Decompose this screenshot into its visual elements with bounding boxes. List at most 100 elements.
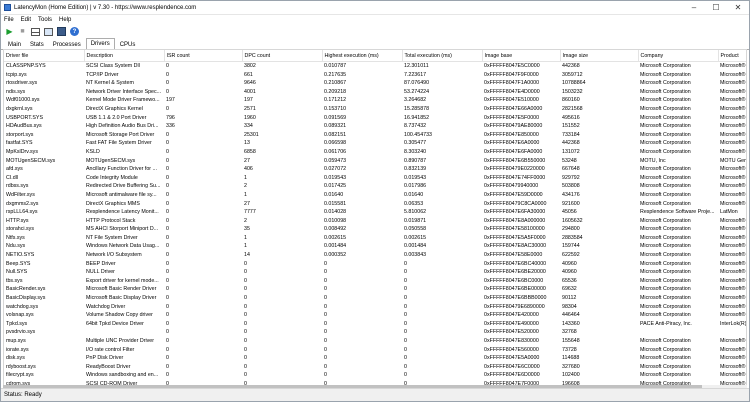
table-cell: 0xFFFFF8047E6BE00000 — [484, 286, 546, 293]
table-row[interactable]: MpKslDrv.sys KSLD 0 6858 0.061706 8.303240 0xF… — [4, 148, 746, 157]
table-row[interactable]: storahci.sys MS AHCI Storport Miniport D.… — [4, 225, 746, 234]
table-row[interactable]: HTTP.sys HTTP Protocol Stack 0 2 0.010098 0.0… — [4, 217, 746, 226]
table-row[interactable]: iorate.sys I/O rate control Filter 0 0 0 0 0xF… — [4, 346, 746, 355]
table-cell: 860160 — [562, 97, 580, 104]
status-bar: Status: Ready — [1, 388, 749, 401]
drivers-table-container[interactable]: Driver file Description ISR count DPC count… — [3, 49, 747, 390]
table-cell: 0xFFFFF8047F1A0000 — [484, 80, 540, 87]
table-row[interactable]: CLASSPNP.SYS SCSI Class System Dll 0 3802 0.… — [4, 62, 746, 71]
grid-alt-button[interactable] — [43, 26, 54, 37]
column-header[interactable]: Description — [84, 50, 165, 62]
table-cell: rtosdriver.sys — [6, 80, 38, 87]
stop-icon[interactable]: ■ — [17, 26, 28, 37]
table-row[interactable]: fastfat.SYS Fast FAT File System Driver 0 1… — [4, 139, 746, 148]
help-button[interactable]: ? — [69, 26, 80, 37]
maximize-button[interactable]: ☐ — [705, 1, 727, 14]
table-cell: 0xFFFFF8047E66A0000 — [484, 105, 543, 112]
table-row[interactable]: BasicDisplay.sys Microsoft Basic Display … — [4, 294, 746, 303]
table-row[interactable]: BasicRender.sys Microsoft Basic Render Dr… — [4, 285, 746, 294]
table-cell: 3802 — [244, 63, 256, 69]
table-row[interactable]: mup.sys Multiple UNC Provider Driver 0 0 0 0 0… — [4, 337, 746, 346]
table-cell: 151552 — [562, 123, 580, 130]
table-cell: Microsoft Corporation — [640, 123, 691, 130]
table-row[interactable]: NETIO.SYS Network I/O Subsystem 0 14 0.00035… — [4, 251, 746, 260]
menu-file[interactable]: File — [4, 17, 14, 23]
table-cell: 102400 — [562, 372, 580, 379]
minimize-button[interactable]: – — [683, 1, 705, 14]
tab-cpus[interactable]: CPUs — [116, 40, 140, 49]
close-button[interactable]: ✕ — [727, 1, 749, 14]
table-row[interactable]: Tpkd.sys 64bit Tpkd Device Driver 0 0 0 0 0xFF… — [4, 320, 746, 329]
table-row[interactable]: tbs.sys Export driver for kernel mode... 0… — [4, 277, 746, 286]
table-cell: 0 — [404, 312, 407, 319]
table-row[interactable]: ndis.sys Network Driver Interface Spec...… — [4, 88, 746, 97]
table-cell: 0xFFFFF8047E59D0000 — [484, 191, 543, 198]
table-row[interactable]: dxgkrnl.sys DirectX Graphics Kernel 0 2571 0… — [4, 105, 746, 114]
tab-processes[interactable]: Processes — [49, 40, 85, 49]
table-row[interactable]: Null.SYS NULL Driver 0 0 0 0 0xFFFFF8047E6BE20… — [4, 268, 746, 277]
table-row[interactable]: rdbss.sys Redirected Drive Buffering Su..… — [4, 182, 746, 191]
play-icon[interactable]: ▶ — [4, 26, 15, 37]
table-row[interactable]: Beep.SYS BEEP Driver 0 0 0 0 0xFFFFF8047E6BC40… — [4, 260, 746, 269]
column-header[interactable]: Image base — [482, 50, 561, 62]
table-row[interactable]: filecrypt.sys Windows sandboxing and en..… — [4, 371, 746, 380]
column-header[interactable]: ISR count — [164, 50, 243, 62]
table-cell: 0 — [404, 372, 407, 379]
column-header[interactable]: DPC count — [242, 50, 323, 62]
tab-main[interactable]: Main — [4, 40, 25, 49]
menu-edit[interactable]: Edit — [21, 17, 31, 23]
table-row[interactable]: WdFilter.sys Microsoft antimalware file s… — [4, 191, 746, 200]
column-header[interactable]: Image size — [560, 50, 639, 62]
save-button[interactable] — [56, 26, 67, 37]
table-cell: Microsoft Corporation — [640, 252, 691, 259]
table-cell: 0 — [324, 372, 327, 379]
table-row[interactable]: tcpip.sys TCP/IP Driver 0 661 0.217635 7.2236… — [4, 71, 746, 80]
table-cell: Microsoft® — [720, 312, 746, 319]
column-header[interactable]: Company — [638, 50, 719, 62]
table-cell: 0 — [166, 338, 169, 344]
table-cell: Microsoft® — [720, 114, 746, 121]
table-cell: 0xFFFFF8047E560000 — [484, 346, 539, 353]
table-row[interactable]: Ntfs.sys NT File System Driver 0 1 0.002615 0… — [4, 234, 746, 243]
column-header[interactable]: Driver file — [4, 50, 85, 62]
table-row[interactable]: rdyboost.sys ReadyBoost Driver 0 0 0 0 0xFFFFF… — [4, 363, 746, 372]
table-cell: 0.015581 — [324, 200, 347, 207]
table-row[interactable]: HDAudBus.sys High Definition Audio Bus Dr… — [4, 122, 746, 131]
column-header[interactable]: Total execution (ms) — [402, 50, 483, 62]
table-cell: Microsoft antimalware file sy... — [86, 191, 157, 198]
table-cell: 503808 — [562, 183, 580, 190]
table-row[interactable]: Wdf01000.sys Kernel Mode Driver Framewo..… — [4, 96, 746, 105]
table-row[interactable]: volsnap.sys Volume Shadow Copy driver 0 0 0 0… — [4, 311, 746, 320]
table-row[interactable]: storport.sys Microsoft Storage Port Drive… — [4, 131, 746, 140]
table-row[interactable]: rspLLL64.sys Resplendence Latency Monit..… — [4, 208, 746, 217]
table-row[interactable]: Ndu.sys Windows Network Data Usag... 0 1 0.0… — [4, 242, 746, 251]
app-icon — [4, 4, 11, 11]
table-cell: 0 — [244, 277, 247, 284]
column-header[interactable]: Product — [718, 50, 746, 62]
table-row[interactable]: pvsdrvio.sys 0 0 0 0 0xFFFFF8047E520000 32768 — [4, 328, 746, 337]
menu-help[interactable]: Help — [59, 17, 71, 23]
table-cell: Microsoft® — [720, 338, 746, 344]
drivers-table: Driver file Description ISR count DPC count… — [4, 50, 746, 389]
grid-button[interactable] — [30, 26, 41, 37]
table-cell: 0 — [324, 260, 327, 267]
column-header[interactable]: Highest execution (ms) — [322, 50, 403, 62]
table-row[interactable]: dxgmms2.sys DirectX Graphics MMS 0 27 0.0155… — [4, 200, 746, 209]
table-cell: 0.010787 — [324, 63, 347, 69]
table-row[interactable]: CI.dll Code Integrity Module 0 1 0.019543 0.0… — [4, 174, 746, 183]
table-row[interactable]: afd.sys Ancillary Function Driver for ...… — [4, 165, 746, 174]
table-row[interactable]: MOTUgenSECM.sys MOTUgenSECM.sys 0 27 0.05947… — [4, 157, 746, 166]
tab-stats[interactable]: Stats — [26, 40, 48, 49]
table-cell: 0 — [166, 174, 169, 181]
table-cell: 0.082151 — [324, 131, 347, 138]
table-cell: 921600 — [562, 200, 580, 207]
table-row[interactable]: watchdog.sys Watchdog Driver 0 0 0 0 0xFFFFF80… — [4, 303, 746, 312]
table-cell: Microsoft® — [720, 191, 746, 198]
table-row[interactable]: USBPORT.SYS USB 1.1 & 2.0 Port Driver 796 1… — [4, 114, 746, 123]
table-row[interactable]: disk.sys PnP Disk Driver 0 0 0 0 0xFFFFF8047E5… — [4, 354, 746, 363]
menu-tools[interactable]: Tools — [38, 17, 52, 23]
table-cell: 0xFFFFF8047E6FA30000 — [484, 209, 546, 216]
table-cell: 0 — [324, 312, 327, 319]
table-row[interactable]: rtosdriver.sys NT Kernel & System 0 9646 0.2… — [4, 79, 746, 88]
table-cell: Microsoft® — [720, 140, 746, 147]
